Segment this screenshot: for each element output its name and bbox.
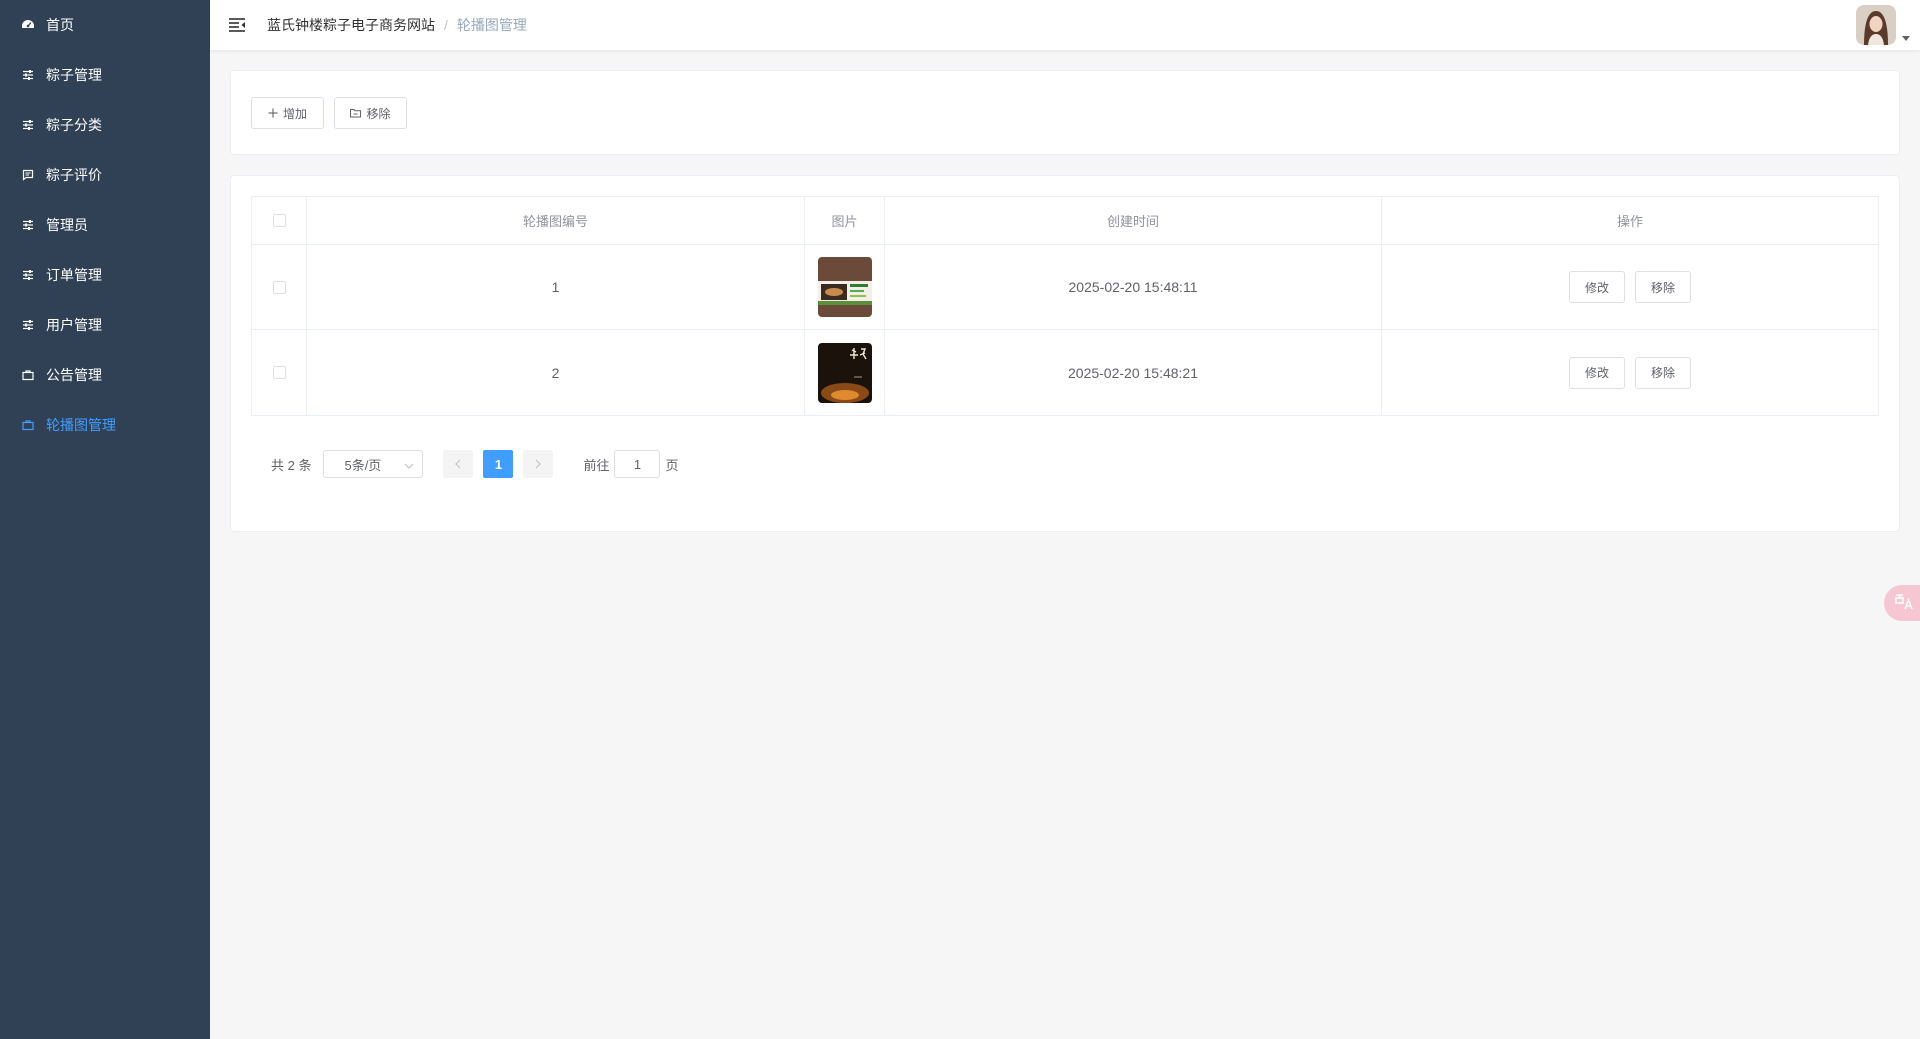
jump-prefix: 前往 [583,457,610,473]
sidebar-item-label: 管理员 [46,217,88,233]
row-checkbox-cell [252,330,307,415]
next-page-button[interactable] [523,450,554,478]
add-button[interactable]: 增加 [251,97,324,129]
sidebar-item-label: 公告管理 [46,367,102,383]
pagination-total: 共 2 条 [271,457,312,473]
comment-icon [20,167,36,183]
sliders-icon [20,67,36,83]
prev-page-button[interactable] [443,450,474,478]
header-checkbox-cell [252,197,307,244]
row-id: 2 [307,330,805,415]
table-row: 1 2025-02-20 15:48:11 修改 移除 [252,245,1878,330]
carousel-thumbnail[interactable] [817,257,872,317]
header-actions: 操作 [1616,214,1643,229]
add-button-label: 增加 [282,106,307,121]
translate-icon [1894,593,1914,614]
dashboard-icon [20,17,36,33]
row-checkbox[interactable] [272,366,286,379]
breadcrumb-current: 轮播图管理 [456,17,527,33]
row-actions: 修改 移除 [1382,245,1878,329]
plus-icon [268,108,278,118]
breadcrumb: 蓝氏钟楼粽子电子商务网站 / 轮播图管理 [267,15,527,35]
toolbar-card: 增加 移除 [230,70,1900,155]
table-card: 轮播图编号 图片 创建时间 操作 1 2025-02-20 15:48:11 修… [230,175,1900,532]
sidebar-item-home[interactable]: 首页 [0,0,210,50]
sidebar-item-carousel[interactable]: 轮播图管理 [0,400,210,450]
translate-widget[interactable] [1884,585,1920,621]
sidebar-item-review[interactable]: 粽子评价 [0,150,210,200]
page-size-select[interactable]: 5条/页 [323,450,424,478]
briefcase-icon [20,417,36,433]
sliders-icon [20,317,36,333]
row-image-cell [805,330,885,415]
sidebar: 首页 粽子管理 粽子分类 粽子评价 管理员 订单管理 用户管理 公告管理 轮播图… [0,0,210,1039]
remove-button[interactable]: 移除 [334,97,407,129]
row-id: 1 [307,245,805,329]
folder-icon [350,108,362,118]
breadcrumb-home[interactable]: 蓝氏钟楼粽子电子商务网站 [267,15,435,35]
pagination: 共 2 条 5条/页 1 前往 页 [271,450,679,478]
sliders-icon [20,217,36,233]
sidebar-item-zongzi[interactable]: 粽子管理 [0,50,210,100]
sidebar-item-category[interactable]: 粽子分类 [0,100,210,150]
carousel-table: 轮播图编号 图片 创建时间 操作 1 2025-02-20 15:48:11 修… [251,196,1879,416]
edit-button[interactable]: 修改 [1569,356,1625,389]
header-created[interactable]: 创建时间 [885,197,1382,244]
remove-button-label: 移除 [366,106,391,121]
avatar[interactable] [1856,5,1896,45]
sliders-icon [20,117,36,133]
page-size-value: 5条/页 [344,457,382,473]
row-checkbox-cell [252,245,307,329]
hamburger-menu-icon[interactable] [227,15,247,35]
chevron-down-icon [404,457,414,472]
edit-button[interactable]: 修改 [1569,271,1625,303]
chevron-left-icon [455,457,461,472]
sidebar-item-label: 粽子管理 [46,67,102,83]
row-created: 2025-02-20 15:48:21 [885,330,1382,415]
row-created: 2025-02-20 15:48:11 [885,245,1382,329]
carousel-thumbnail[interactable] [817,342,872,403]
chevron-right-icon [535,457,542,472]
sidebar-item-admin[interactable]: 管理员 [0,200,210,250]
jump-suffix: 页 [665,457,679,473]
sidebar-item-label: 首页 [46,17,74,33]
sidebar-item-orders[interactable]: 订单管理 [0,250,210,300]
delete-button[interactable]: 移除 [1635,271,1691,303]
table-header: 轮播图编号 图片 创建时间 操作 [252,197,1878,245]
sidebar-item-label: 轮播图管理 [46,417,116,433]
page-number-button[interactable]: 1 [483,450,514,478]
table-row: 2 2025-02-20 15:48:21 修改 移除 [252,330,1878,415]
sidebar-item-label: 粽子评价 [46,167,102,183]
delete-button[interactable]: 移除 [1635,356,1691,389]
row-actions: 修改 移除 [1382,330,1878,415]
page-jump-input[interactable] [614,450,661,478]
header-id[interactable]: 轮播图编号 [307,197,805,244]
row-checkbox[interactable] [272,280,286,294]
top-navbar: 蓝氏钟楼粽子电子商务网站 / 轮播图管理 [210,0,1920,50]
select-all-checkbox[interactable] [272,214,286,227]
user-menu[interactable] [1856,5,1910,45]
chevron-down-icon[interactable] [1902,36,1910,41]
sidebar-item-notices[interactable]: 公告管理 [0,350,210,400]
sidebar-item-label: 用户管理 [46,317,102,333]
row-image-cell [805,245,885,329]
sidebar-item-label: 订单管理 [46,267,102,283]
sliders-icon [20,267,36,283]
briefcase-icon [20,367,36,383]
sidebar-item-label: 粽子分类 [46,117,102,133]
breadcrumb-separator: / [444,17,448,33]
header-image: 图片 [805,197,885,244]
sidebar-item-users[interactable]: 用户管理 [0,300,210,350]
